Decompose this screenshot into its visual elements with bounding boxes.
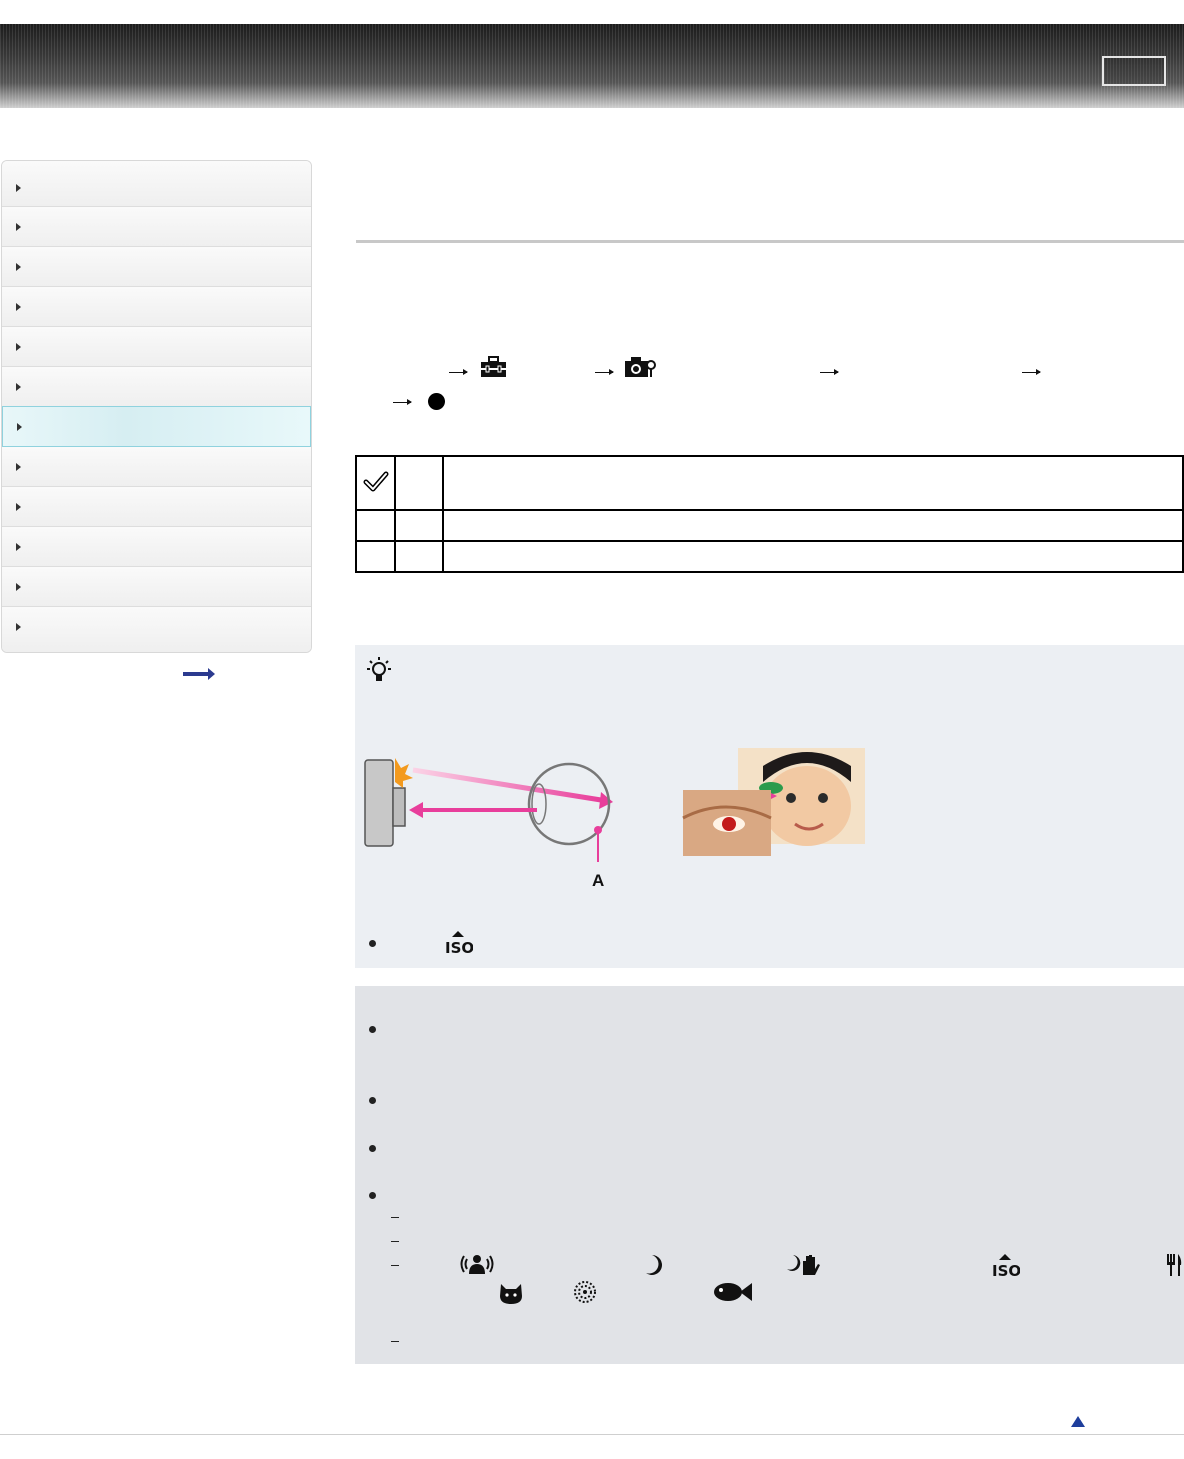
sidebar-item[interactable] (2, 247, 311, 287)
option-name-cell (394, 509, 444, 542)
page-top-arrow-icon[interactable] (1071, 1416, 1085, 1427)
gourmet-icon (1167, 1254, 1182, 1276)
triangle-right-icon (16, 263, 21, 271)
bullet (369, 1097, 376, 1104)
option-description-cell (442, 540, 1184, 573)
high-sensitivity-iso-icon: ISO (992, 1254, 1020, 1279)
red-eye-diagram: A (364, 758, 613, 890)
sidebar-item[interactable] (2, 207, 311, 247)
sidebar-item[interactable] (2, 161, 311, 207)
dash-bullet (391, 1265, 399, 1266)
table-row[interactable] (355, 540, 1184, 573)
pet-icon (500, 1284, 522, 1304)
notes-box: ISO (355, 986, 1184, 1364)
selected-cell (355, 455, 396, 511)
header-banner (0, 24, 1184, 108)
dash-bullet (391, 1341, 399, 1342)
sidebar-item[interactable] (2, 367, 311, 407)
table-row[interactable] (355, 455, 1184, 511)
fireworks-icon (574, 1281, 596, 1303)
bullet (369, 1026, 376, 1033)
sidebar-item[interactable] (2, 567, 311, 607)
diagram-label: A (592, 871, 604, 890)
sidebar-item[interactable] (2, 327, 311, 367)
night-scene-icon (646, 1255, 662, 1275)
triangle-right-icon (16, 463, 21, 471)
handheld-twilight-icon (787, 1255, 820, 1275)
toolbox-icon (481, 356, 506, 377)
title-divider (356, 240, 1184, 243)
center-button-icon (428, 393, 445, 410)
high-sensitivity-iso-icon: ISO (445, 931, 473, 956)
selected-cell (355, 509, 396, 542)
lightbulb-icon (367, 657, 391, 681)
triangle-right-icon (16, 543, 21, 551)
triangle-right-icon (16, 623, 21, 631)
sidebar-item[interactable] (2, 487, 311, 527)
bullet (369, 940, 376, 947)
option-description-cell (442, 509, 1184, 542)
dash-bullet (391, 1217, 399, 1218)
option-name-cell (394, 455, 444, 511)
selected-cell (355, 540, 396, 573)
sidebar-item[interactable] (2, 287, 311, 327)
svg-text:ISO: ISO (992, 1262, 1020, 1279)
right-arrow-icon[interactable] (183, 668, 215, 680)
triangle-right-icon (17, 423, 22, 431)
procedure-arrow-icon (820, 369, 839, 375)
triangle-right-icon (16, 343, 21, 351)
options-table (355, 455, 1184, 573)
procedure-arrow-icon (1022, 369, 1041, 375)
sidebar-nav (1, 160, 312, 653)
table-row[interactable] (355, 509, 1184, 542)
underwater-fish-icon (714, 1283, 752, 1301)
footer-divider (0, 1434, 1184, 1435)
sidebar-item[interactable] (2, 527, 311, 567)
red-eye-photo-illustration (682, 748, 865, 856)
procedure-arrow-icon (595, 369, 614, 375)
triangle-right-icon (16, 583, 21, 591)
triangle-right-icon (16, 303, 21, 311)
sidebar-item[interactable] (2, 607, 311, 652)
bullet (369, 1192, 376, 1199)
dash-bullet (391, 1241, 399, 1242)
option-description-cell (442, 455, 1184, 511)
bullet (369, 1145, 376, 1152)
svg-text:ISO: ISO (445, 939, 473, 956)
hint-box: A ISO (355, 645, 1184, 968)
triangle-right-icon (16, 223, 21, 231)
checkmark-icon (363, 471, 388, 492)
anti-motion-blur-icon (460, 1255, 494, 1274)
triangle-right-icon (16, 383, 21, 391)
procedure-arrow-icon (449, 369, 468, 375)
sidebar-item[interactable] (2, 447, 311, 487)
sidebar-item-active[interactable] (2, 406, 311, 447)
option-name-cell (394, 540, 444, 573)
top-button[interactable] (1102, 56, 1166, 86)
camera-settings-icon (625, 357, 656, 377)
procedure-arrow-icon (393, 399, 412, 405)
triangle-right-icon (16, 184, 21, 192)
triangle-right-icon (16, 503, 21, 511)
flash-burst-icon (395, 758, 413, 788)
